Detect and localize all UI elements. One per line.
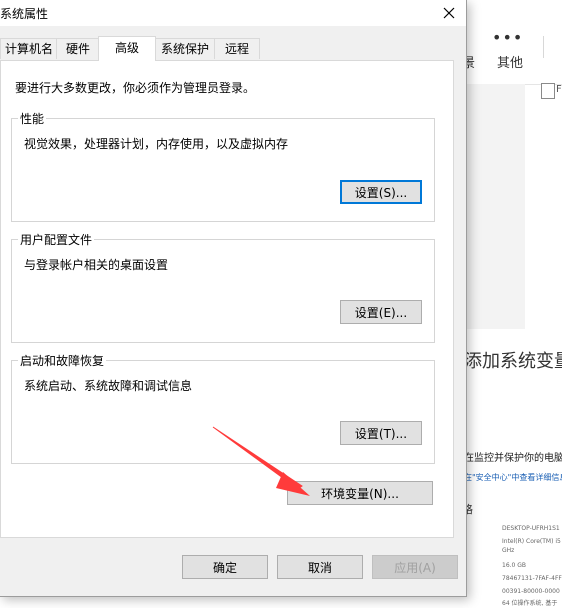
env-variables-button[interactable]: 环境变量(N)... <box>287 481 433 505</box>
close-button[interactable] <box>432 0 466 26</box>
performance-group: 性能 视觉效果，处理器计划，内存使用，以及虚拟内存 设置(S)... <box>11 110 435 222</box>
spec-ram: 16.0 GB <box>502 562 527 569</box>
startup-recovery-settings-button[interactable]: 设置(T)... <box>340 421 422 445</box>
spec-device-id: 78467131-7FAF-4FF <box>502 575 562 582</box>
system-properties-dialog: 系统属性 计算机名 硬件 高级 系统保护 远程 要进行大多数更改，你必须作为管理… <box>0 0 467 597</box>
user-profiles-description: 与登录帐户相关的桌面设置 <box>24 258 169 272</box>
file-icon[interactable] <box>541 83 555 99</box>
tab-computer-name[interactable]: 计算机名 <box>0 38 58 59</box>
dialog-title: 系统属性 <box>0 7 49 21</box>
spec-system-type: 64 位操作系统, 基于 <box>502 600 558 607</box>
security-status-text: 在监控并保护你的电脑 <box>464 453 562 464</box>
spec-device-name: DESKTOP-UFRH1S1 <box>502 525 560 532</box>
file-label: F <box>556 84 562 95</box>
ok-button[interactable]: 确定 <box>182 555 268 579</box>
close-icon <box>443 7 455 19</box>
performance-title: 性能 <box>18 110 47 127</box>
cancel-button[interactable]: 取消 <box>277 555 363 579</box>
security-center-link[interactable]: 在"安全中心"中查看详细信息 <box>464 472 562 483</box>
article-heading: 添加系统变量 <box>464 351 562 372</box>
tab-remote[interactable]: 远程 <box>214 38 260 59</box>
spec-processor-unit: GHz <box>502 547 515 554</box>
performance-settings-button[interactable]: 设置(S)... <box>340 180 422 204</box>
spec-processor: Intel(R) Core(TM) i5 <box>502 538 561 545</box>
user-profiles-settings-button[interactable]: 设置(E)... <box>340 300 422 324</box>
more-icon[interactable]: ••• <box>492 28 523 47</box>
dialog-titlebar[interactable]: 系统属性 <box>0 0 466 26</box>
tab-system-protection[interactable]: 系统保护 <box>154 38 216 59</box>
startup-recovery-group: 启动和故障恢复 系统启动、系统故障和调试信息 设置(T)... <box>11 352 435 464</box>
toolbar-separator <box>543 36 544 58</box>
more-label[interactable]: 其他 <box>497 52 523 71</box>
tab-hardware[interactable]: 硬件 <box>56 38 100 59</box>
apply-button[interactable]: 应用(A) <box>372 555 458 579</box>
tab-advanced[interactable]: 高级 <box>98 36 156 61</box>
performance-description: 视觉效果，处理器计划，内存使用，以及虚拟内存 <box>24 137 289 151</box>
user-profiles-title: 用户配置文件 <box>18 231 95 248</box>
advanced-tab-panel: 要进行大多数更改，你必须作为管理员登录。 性能 视觉效果，处理器计划，内存使用，… <box>0 60 454 538</box>
spec-product-id: 00391-80000-0000 <box>502 588 560 595</box>
startup-recovery-description: 系统启动、系统故障和调试信息 <box>24 379 193 393</box>
admin-note: 要进行大多数更改，你必须作为管理员登录。 <box>15 81 256 95</box>
user-profiles-group: 用户配置文件 与登录帐户相关的桌面设置 设置(E)... <box>11 231 435 343</box>
startup-recovery-title: 启动和故障恢复 <box>18 352 107 369</box>
